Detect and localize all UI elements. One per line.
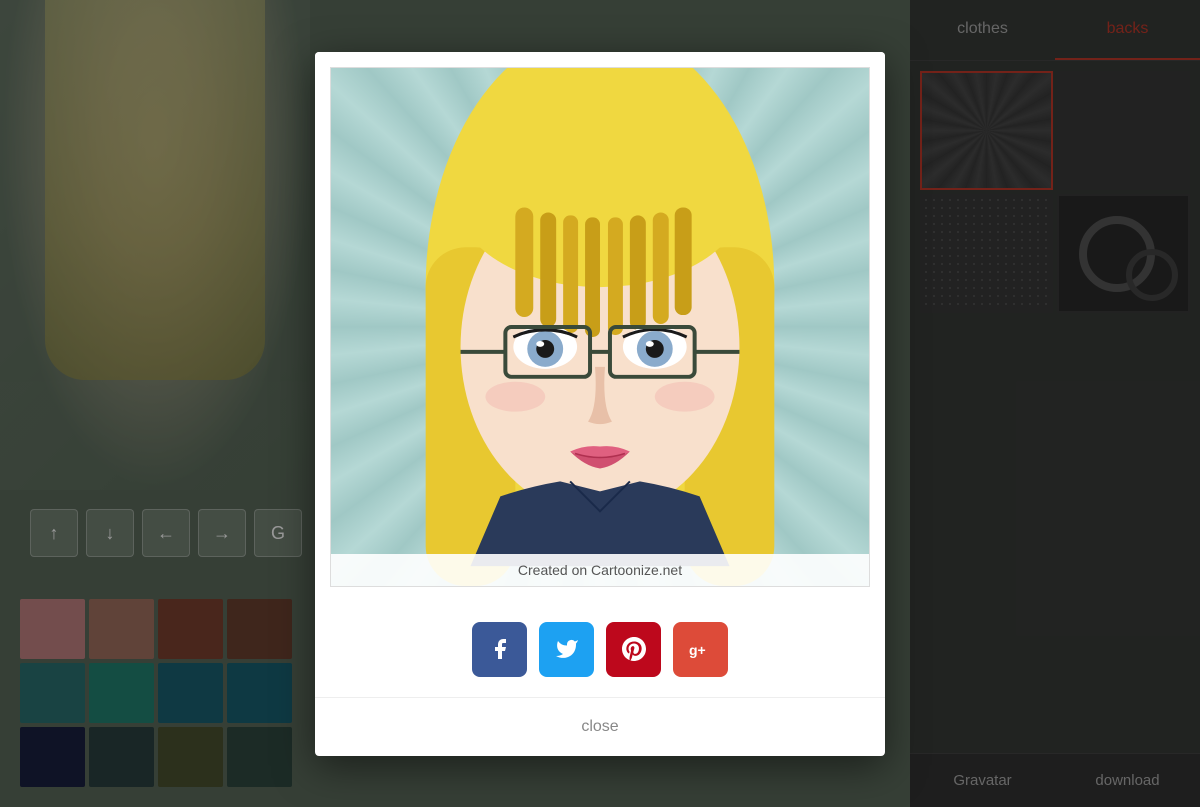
modal-dialog: Created on Cartoonize.net g+ close	[315, 52, 885, 756]
avatar-canvas: Created on Cartoonize.net	[330, 67, 870, 587]
modal-image-container: Created on Cartoonize.net	[315, 52, 885, 602]
facebook-button[interactable]	[472, 622, 527, 677]
avatar-credit: Created on Cartoonize.net	[331, 554, 869, 586]
twitter-button[interactable]	[539, 622, 594, 677]
close-button[interactable]: close	[561, 713, 638, 741]
googleplus-button[interactable]: g+	[673, 622, 728, 677]
modal-close-area: close	[315, 697, 885, 756]
pinterest-button[interactable]	[606, 622, 661, 677]
svg-text:g+: g+	[689, 642, 706, 658]
avatar-svg	[331, 68, 869, 586]
modal-overlay[interactable]: Created on Cartoonize.net g+ close	[0, 0, 1200, 807]
social-buttons: g+	[315, 602, 885, 697]
